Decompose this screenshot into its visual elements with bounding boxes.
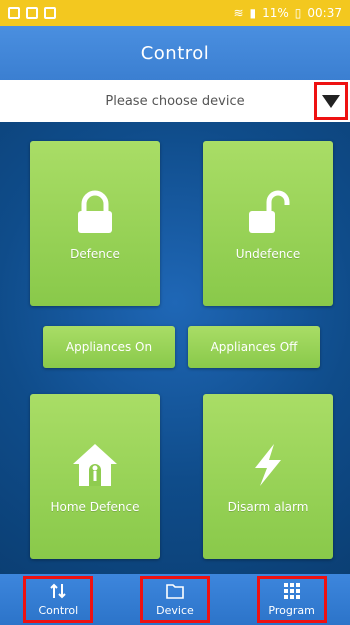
defence-label: Defence: [70, 246, 120, 261]
sim-notification-icon: [26, 7, 38, 19]
page-title: Control: [140, 42, 210, 64]
device-dropdown-button[interactable]: [314, 82, 348, 120]
signal-icon: ▮: [249, 6, 257, 20]
nav-device[interactable]: Device: [139, 576, 210, 623]
home-icon: [73, 443, 117, 486]
nav-program[interactable]: Program: [256, 576, 327, 623]
undefence-button[interactable]: Undefence: [203, 141, 333, 306]
disarm-alarm-button[interactable]: Disarm alarm: [203, 394, 333, 559]
lock-closed-icon: [78, 190, 112, 233]
folder-icon: [166, 582, 184, 600]
disarm-alarm-label: Disarm alarm: [227, 499, 309, 514]
appliances-on-button[interactable]: Appliances On: [43, 326, 175, 368]
lock-open-icon: [249, 190, 290, 233]
header: Control: [0, 26, 350, 80]
grid-icon: [283, 582, 301, 600]
image-notification-icon: [8, 7, 20, 19]
undefence-label: Undefence: [235, 246, 301, 261]
home-defence-button[interactable]: Home Defence: [30, 394, 160, 559]
nav-control-label: Control: [38, 604, 79, 617]
status-right: ≋ ▮ 11% ▯ 00:37: [233, 6, 342, 20]
bottom-navigation: Control Device Program: [0, 574, 350, 625]
battery-icon: ▯: [294, 6, 302, 20]
status-notifications: [8, 7, 56, 19]
dropdown-arrow-icon: [322, 94, 340, 108]
status-bar: ≋ ▮ 11% ▯ 00:37: [0, 0, 350, 26]
appliances-off-label: Appliances Off: [210, 340, 298, 354]
device-select[interactable]: Please choose device: [0, 80, 350, 123]
home-defence-label: Home Defence: [50, 499, 140, 514]
control-panel: Defence Undefence Appliances On Applianc…: [0, 122, 350, 574]
appliances-on-label: Appliances On: [65, 340, 153, 354]
battery-text: 11%: [262, 6, 289, 20]
lightning-icon: [255, 443, 281, 486]
nav-device-label: Device: [156, 604, 194, 617]
device-select-placeholder: Please choose device: [105, 93, 245, 109]
appliances-off-button[interactable]: Appliances Off: [188, 326, 320, 368]
sort-arrows-icon: [49, 582, 67, 600]
nav-program-label: Program: [268, 604, 315, 617]
gallery-notification-icon: [44, 7, 56, 19]
defence-button[interactable]: Defence: [30, 141, 160, 306]
status-time: 00:37: [307, 6, 342, 20]
nav-control[interactable]: Control: [23, 576, 94, 623]
wifi-icon: ≋: [233, 6, 244, 20]
